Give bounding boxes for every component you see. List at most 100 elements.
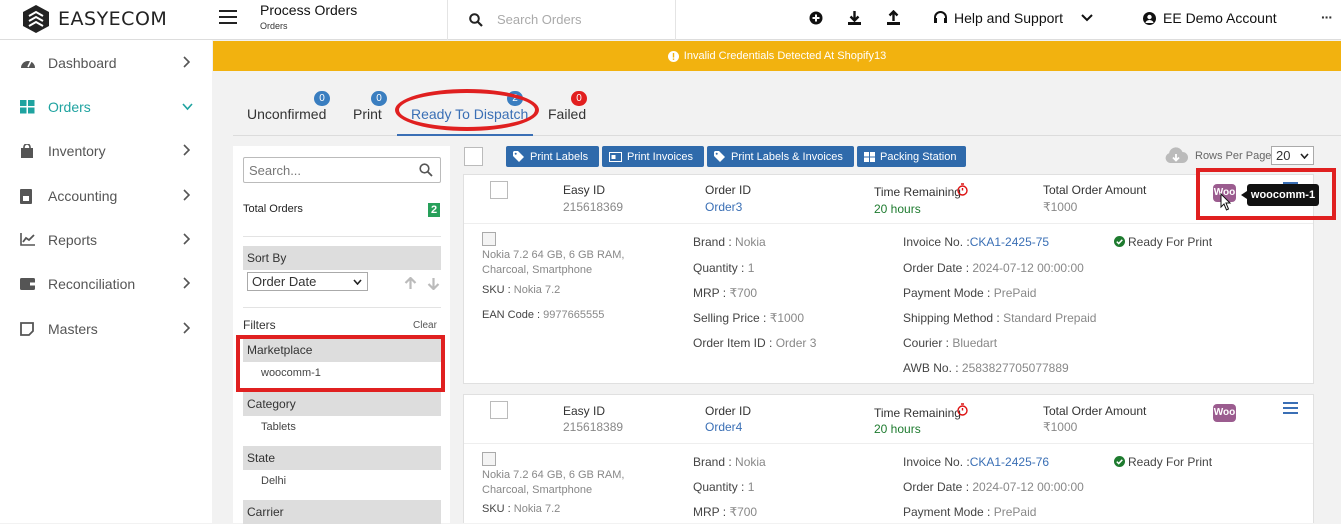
cloud-download-icon[interactable] bbox=[1164, 147, 1188, 164]
tab-failed[interactable]: Failed bbox=[548, 106, 586, 122]
print-labels-button[interactable]: Print Labels bbox=[506, 146, 599, 167]
sort-select[interactable]: Order Date bbox=[247, 272, 368, 291]
easy-id-value: 215618369 bbox=[563, 200, 624, 214]
sidebar: Dashboard Orders Inventory Accounting Re… bbox=[0, 40, 212, 523]
print-labels-invoices-button[interactable]: Print Labels & Invoices bbox=[707, 146, 854, 167]
sidebar-item-label: Masters bbox=[48, 321, 98, 337]
add-icon[interactable] bbox=[809, 11, 823, 25]
order-id-link[interactable]: Order3 bbox=[705, 200, 742, 214]
tab-unconfirmed[interactable]: Unconfirmed bbox=[247, 106, 326, 122]
print-labels-label: Print Labels bbox=[530, 150, 589, 163]
total-amount-value: ₹1000 bbox=[1043, 420, 1078, 434]
payment-mode-row: Payment Mode : PrePaid bbox=[903, 286, 1036, 300]
account-menu[interactable]: EE Demo Account bbox=[1143, 10, 1277, 26]
sidebar-item-dashboard[interactable]: Dashboard bbox=[0, 51, 212, 75]
sidebar-item-reports[interactable]: Reports bbox=[0, 228, 212, 252]
marketplace-tooltip: woocomm-1 bbox=[1241, 184, 1319, 206]
rows-per-page-value: 20 bbox=[1276, 148, 1291, 163]
filter-group-state[interactable]: State bbox=[243, 446, 441, 470]
select-all-checkbox[interactable] bbox=[464, 147, 483, 166]
clear-filters-link[interactable]: Clear bbox=[413, 320, 437, 331]
rows-per-page-select[interactable]: 20 bbox=[1271, 146, 1314, 165]
sort-descending-icon[interactable] bbox=[427, 277, 440, 290]
invoice-link[interactable]: CKA1-2425-75 bbox=[970, 235, 1049, 249]
note-icon bbox=[20, 322, 34, 336]
filter-group-carrier[interactable]: Carrier bbox=[243, 500, 441, 524]
highlight-box bbox=[236, 335, 445, 392]
filter-option-category[interactable]: Tablets bbox=[261, 421, 296, 433]
sort-ascending-icon[interactable] bbox=[404, 277, 417, 290]
search-icon bbox=[419, 163, 433, 177]
card-divider bbox=[464, 223, 1313, 224]
page-title-text: Process Orders bbox=[260, 2, 358, 18]
logo[interactable]: EASYECOM bbox=[22, 4, 167, 34]
sku-label: SKU : bbox=[482, 503, 514, 515]
mrp-value: ₹700 bbox=[729, 505, 758, 519]
download-icon[interactable] bbox=[847, 10, 862, 26]
quantity-value: 1 bbox=[747, 261, 755, 275]
filter-search-input[interactable]: Search... bbox=[249, 163, 301, 178]
dashboard-icon bbox=[21, 60, 35, 68]
time-remaining-value: 20 hours bbox=[874, 202, 921, 216]
search-input[interactable]: Search Orders bbox=[497, 12, 582, 27]
time-remaining-label: Time Remaining bbox=[874, 406, 961, 420]
tab-count-badge: 0 bbox=[314, 91, 330, 106]
chevron-right-icon bbox=[183, 322, 190, 334]
sidebar-item-masters[interactable]: Masters bbox=[0, 317, 212, 341]
breadcrumb: Orders bbox=[260, 21, 288, 31]
order-menu-icon[interactable] bbox=[1283, 402, 1298, 414]
print-invoices-button[interactable]: Print Invoices bbox=[602, 146, 704, 167]
wallet-icon bbox=[20, 278, 35, 290]
brand-name: EASYECOM bbox=[58, 8, 168, 30]
order-checkbox[interactable] bbox=[490, 181, 508, 199]
invoice-link[interactable]: CKA1-2425-76 bbox=[970, 455, 1049, 469]
tab-count-badge: 0 bbox=[371, 91, 387, 106]
courier-value: Bluedart bbox=[952, 336, 998, 350]
help-support-menu[interactable]: Help and Support bbox=[933, 10, 1093, 26]
chart-icon bbox=[20, 233, 35, 246]
sidebar-item-orders[interactable]: Orders bbox=[0, 95, 212, 119]
order-item-id-row: Order Item ID : Order 3 bbox=[693, 336, 816, 350]
quantity-label: Quantity : bbox=[693, 261, 748, 275]
sort-by-header: Sort By bbox=[243, 246, 441, 270]
invoice-row: Invoice No. :CKA1-2425-75 bbox=[903, 235, 1049, 249]
ean-label: EAN Code : bbox=[482, 309, 544, 321]
filter-option-state[interactable]: Delhi bbox=[261, 475, 286, 487]
upload-icon[interactable] bbox=[886, 10, 901, 26]
order-item-id-value: Order 3 bbox=[775, 336, 817, 350]
order-id-link[interactable]: Order4 bbox=[705, 420, 742, 434]
total-orders-label: Total Orders bbox=[243, 203, 303, 215]
filter-search-field[interactable]: Search... bbox=[243, 157, 441, 183]
filters-label: Filters bbox=[243, 318, 276, 332]
total-orders-count: 2 bbox=[428, 203, 440, 217]
more-options-icon[interactable]: ··· bbox=[1321, 9, 1333, 25]
filter-group-category[interactable]: Category bbox=[243, 392, 441, 416]
brand-value: Nokia bbox=[735, 455, 766, 469]
total-amount-label: Total Order Amount bbox=[1043, 404, 1147, 418]
time-remaining-label: Time Remaining bbox=[874, 185, 961, 199]
chevron-down-icon bbox=[353, 279, 362, 285]
sku-value: Nokia 7.2 bbox=[513, 503, 561, 515]
menu-toggle-icon[interactable] bbox=[219, 10, 237, 24]
top-bar: EASYECOM Process Orders Orders Search Or… bbox=[0, 0, 1341, 40]
shipping-method-row: Shipping Method : Standard Prepaid bbox=[903, 311, 1096, 325]
invoice-label: Invoice No. : bbox=[903, 235, 970, 249]
quantity-label: Quantity : bbox=[693, 480, 748, 494]
order-checkbox[interactable] bbox=[490, 401, 508, 419]
payment-mode-label: Payment Mode : bbox=[903, 505, 994, 519]
print-labels-invoices-label: Print Labels & Invoices bbox=[731, 150, 843, 163]
selling-price-value: ₹1000 bbox=[769, 311, 805, 325]
tab-print[interactable]: Print bbox=[353, 106, 382, 122]
packing-station-button[interactable]: Packing Station bbox=[857, 146, 966, 167]
sidebar-item-accounting[interactable]: Accounting bbox=[0, 184, 212, 208]
chevron-right-icon bbox=[183, 56, 190, 68]
order-search[interactable]: Search Orders bbox=[447, 0, 676, 40]
sidebar-item-reconciliation[interactable]: Reconciliation bbox=[0, 272, 212, 296]
chevron-right-icon bbox=[183, 233, 190, 245]
awb-label: AWB No. : bbox=[903, 361, 962, 375]
mrp-label: MRP : bbox=[693, 286, 730, 300]
easyecom-logo-icon bbox=[23, 5, 49, 33]
sidebar-item-inventory[interactable]: Inventory bbox=[0, 139, 212, 163]
woocommerce-icon[interactable]: Woo bbox=[1213, 404, 1236, 422]
awb-row: AWB No. : 2583827705077889 bbox=[903, 361, 1069, 375]
